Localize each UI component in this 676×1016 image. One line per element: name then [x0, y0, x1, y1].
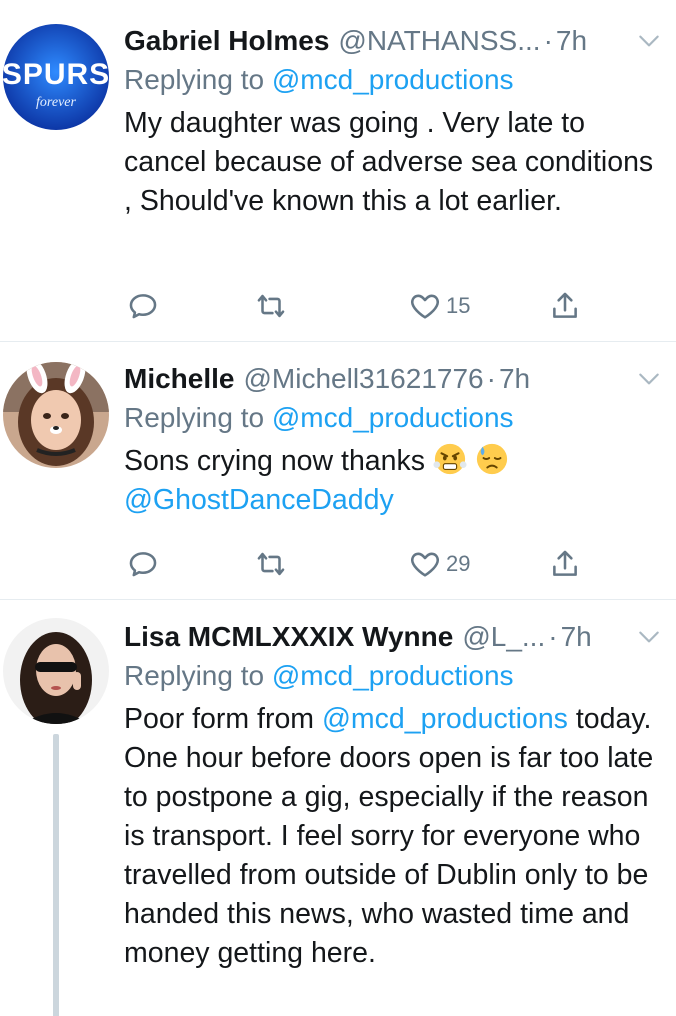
retweet-icon: [257, 552, 285, 576]
timestamp[interactable]: 7h: [556, 25, 587, 57]
tweet-text: My daughter was going . Very late to can…: [124, 107, 654, 217]
reply-icon: [129, 552, 157, 577]
like-button[interactable]: 15: [408, 286, 470, 326]
tweet-text-body: Sons crying now thanks: [124, 445, 425, 477]
like-count: 29: [446, 551, 471, 576]
separator-dot: ·: [543, 25, 553, 56]
like-icon: [411, 552, 439, 577]
separator-dot: ·: [486, 363, 496, 394]
timestamp[interactable]: 7h: [499, 363, 530, 395]
reply-button[interactable]: [126, 286, 160, 326]
replying-mention-link[interactable]: @mcd_productions: [272, 64, 514, 95]
display-name[interactable]: Michelle: [124, 363, 234, 395]
reply-icon: [129, 294, 157, 319]
tweet-text: Poor form from @mcd_productions today. O…: [124, 700, 662, 973]
chevron-down-icon[interactable]: [636, 366, 662, 392]
separator-dot: ·: [548, 621, 558, 652]
share-button[interactable]: [548, 544, 582, 584]
tweet-actions: 15: [124, 286, 594, 326]
replying-mention-link[interactable]: @mcd_productions: [272, 660, 514, 691]
avatar-logo-subtext: forever: [36, 95, 76, 110]
mention-link[interactable]: @GhostDanceDaddy: [124, 484, 394, 516]
avatar[interactable]: [3, 618, 109, 724]
replying-to: Replying to @mcd_productions: [124, 656, 662, 696]
avatar[interactable]: [3, 362, 109, 468]
display-name[interactable]: Lisa MCMLXXXIX Wynne: [124, 621, 453, 653]
reply-button[interactable]: [126, 544, 160, 584]
chevron-down-icon[interactable]: [636, 28, 662, 54]
mention-link[interactable]: @mcd_productions: [322, 703, 568, 735]
tweet-text-body: today. One hour before doors open is far…: [124, 703, 654, 969]
replying-to: Replying to @mcd_productions: [124, 60, 662, 100]
replying-label: Replying to: [124, 64, 272, 95]
like-count: 15: [446, 293, 471, 318]
display-name[interactable]: Gabriel Holmes: [124, 25, 329, 57]
retweet-icon: [257, 294, 285, 318]
angry-face-emoji: [433, 443, 467, 475]
tweet-text-prefix: Poor form from: [124, 703, 322, 735]
like-icon: [411, 294, 439, 319]
sad-sweat-face-emoji: [476, 443, 507, 475]
share-button[interactable]: [548, 286, 582, 326]
replying-label: Replying to: [124, 660, 272, 691]
user-handle[interactable]: @Michell31621776: [243, 363, 483, 395]
retweet-button[interactable]: [254, 544, 288, 584]
tweet[interactable]: Lisa MCMLXXXIX Wynne @L_... · 7h Replyin…: [0, 600, 676, 1016]
timestamp[interactable]: 7h: [561, 621, 592, 653]
share-icon: [553, 550, 577, 576]
user-handle[interactable]: @L_...: [462, 621, 545, 653]
replying-mention-link[interactable]: @mcd_productions: [272, 402, 514, 433]
tweet-header: Lisa MCMLXXXIX Wynne @L_... · 7h: [124, 618, 662, 656]
tweet-text: Sons crying now thanks @GhostDanceDaddy: [124, 442, 662, 520]
tweet-header: Gabriel Holmes @NATHANSS... · 7h: [124, 22, 662, 60]
tweet[interactable]: Michelle @Michell31621776 · 7h Replying …: [0, 342, 676, 600]
chevron-down-icon[interactable]: [636, 624, 662, 650]
avatar-logo-text: SPURS: [3, 58, 109, 91]
share-icon: [553, 292, 577, 318]
tweet-header: Michelle @Michell31621776 · 7h: [124, 360, 662, 398]
like-button[interactable]: 29: [408, 544, 470, 584]
tweet[interactable]: SPURS forever Gabriel Holmes @NATHANSS..…: [0, 0, 676, 342]
tweet-actions: 29: [124, 544, 594, 584]
avatar[interactable]: SPURS forever: [3, 24, 109, 130]
replying-label: Replying to: [124, 402, 272, 433]
thread-line: [53, 734, 59, 1016]
replying-to: Replying to @mcd_productions: [124, 398, 662, 438]
user-handle[interactable]: @NATHANSS...: [338, 25, 540, 57]
retweet-button[interactable]: [254, 286, 288, 326]
